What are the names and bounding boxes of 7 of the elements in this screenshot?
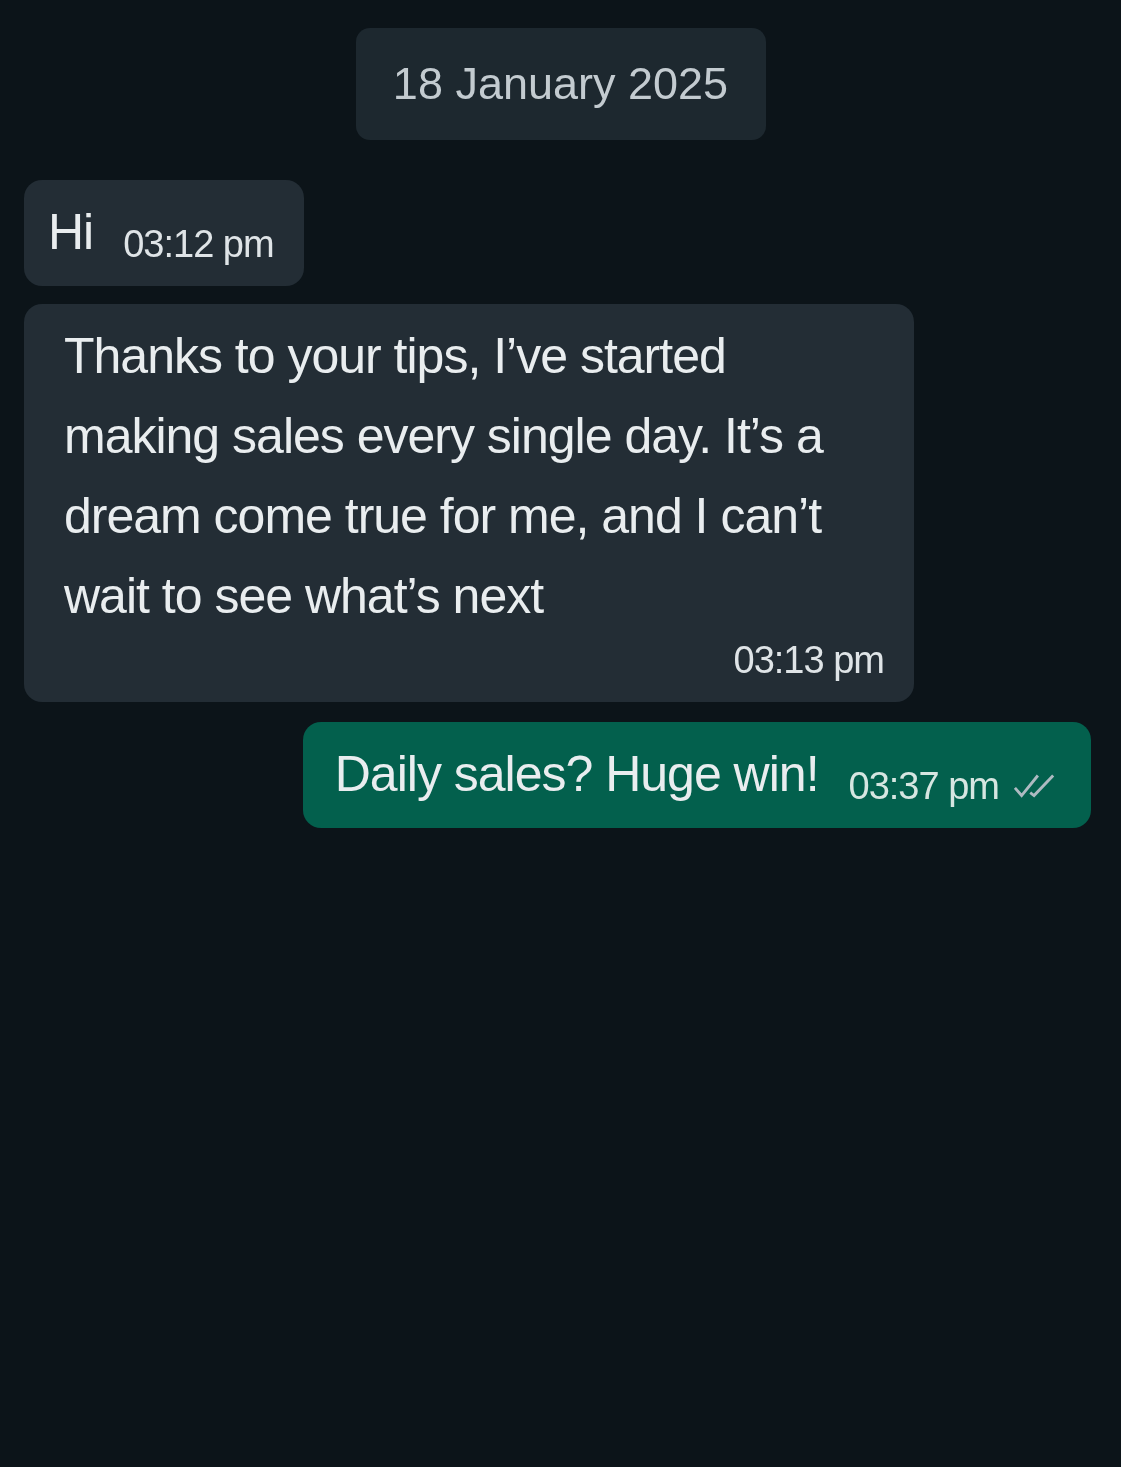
message-time: 03:13 pm xyxy=(733,638,884,683)
message-time: 03:12 pm xyxy=(123,222,274,267)
message-time: 03:37 pm xyxy=(848,764,999,809)
message-text: Daily sales? Huge win! xyxy=(334,745,819,804)
message-text: Hi xyxy=(48,203,94,262)
date-chip: 18 January 2025 xyxy=(355,28,766,140)
message-text: Thanks to your tips, I’ve started making sales every single day. It’s a dream come true for me, and I can’t wait to see what’s next xyxy=(64,327,825,626)
